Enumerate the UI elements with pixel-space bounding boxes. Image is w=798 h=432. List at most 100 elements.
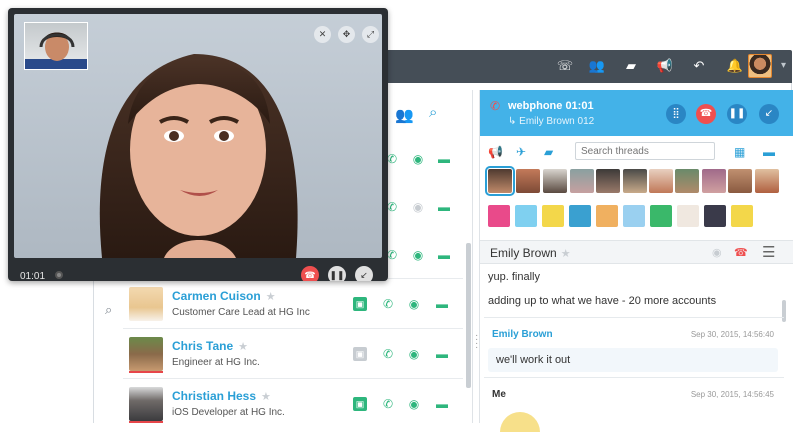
video-call-icon[interactable]: ◉: [712, 246, 722, 259]
bell-icon[interactable]: 🔔: [726, 58, 744, 74]
webphone-subtitle: ↳ Emily Brown 012: [508, 116, 595, 127]
thread-avatar[interactable]: [649, 169, 673, 193]
chat-header: Emily Brown ★ ◉ ☎ ☰: [480, 240, 793, 264]
thread-avatar[interactable]: [675, 169, 699, 193]
call-icon[interactable]: ✆: [381, 297, 395, 311]
beach-icon[interactable]: [515, 205, 537, 227]
hangup-icon[interactable]: ☎: [734, 246, 748, 259]
user-avatar[interactable]: [748, 54, 772, 78]
star-icon[interactable]: ★: [561, 248, 571, 260]
car-icon[interactable]: [731, 205, 753, 227]
thread-avatar[interactable]: [570, 169, 594, 193]
video-call-icon[interactable]: ◉: [411, 248, 425, 262]
call-forward-icon[interactable]: ☏: [556, 58, 574, 74]
megaphone-icon[interactable]: 📢: [488, 145, 503, 159]
minimize-button[interactable]: ↙: [759, 104, 779, 124]
mute-video-icon[interactable]: ✕: [314, 26, 331, 43]
cloud-icon[interactable]: [623, 205, 645, 227]
message-icon[interactable]: ▬: [435, 397, 449, 411]
video-call-icon[interactable]: ◉: [411, 200, 425, 214]
keypad-button[interactable]: ⣿: [666, 104, 686, 124]
camera-icon[interactable]: [569, 205, 591, 227]
expand-icon[interactable]: ⤢: [362, 26, 379, 43]
contact-role: Customer Care Lead at HG Inc: [172, 307, 310, 318]
video-call-icon[interactable]: ◉: [411, 152, 425, 166]
video-call-icon[interactable]: ◉: [407, 397, 421, 411]
call-icon[interactable]: ✆: [381, 397, 395, 411]
chat-icon[interactable]: ▰: [544, 145, 553, 159]
search-icon[interactable]: ⌕: [105, 302, 112, 318]
contact-row[interactable]: Chris Tane ★ Engineer at HG Inc. ▣ ✆ ◉ ▬: [123, 328, 463, 378]
chat-message: adding up to what we have - 20 more acco…: [488, 295, 717, 307]
chevron-down-icon[interactable]: ▾: [781, 58, 786, 74]
phone-return-icon[interactable]: ↶: [690, 58, 708, 74]
add-user-icon[interactable]: 👥: [395, 106, 414, 124]
thread-toolbar: 📢 ✈ ▰ ▦ ▬: [480, 142, 793, 162]
star-icon[interactable]: ★: [266, 291, 276, 303]
group-icon[interactable]: 👥: [588, 58, 606, 74]
self-video-preview[interactable]: [24, 22, 88, 70]
minimize-button[interactable]: ↙: [355, 266, 373, 281]
record-indicator-icon: [55, 271, 63, 279]
city-icon[interactable]: [704, 205, 726, 227]
contact-name[interactable]: Christian Hess ★: [172, 389, 271, 403]
remote-video-feed: ✕ ✥ ⤢: [14, 14, 382, 258]
chat-contact-name[interactable]: Emily Brown ★: [490, 246, 571, 260]
ice-cream-icon[interactable]: [596, 205, 618, 227]
pause-button[interactable]: ❚❚: [328, 266, 346, 281]
chat-scrollbar[interactable]: [782, 300, 786, 322]
avatar: [129, 387, 163, 421]
thread-avatar[interactable]: [485, 166, 515, 196]
star-icon[interactable]: ★: [261, 391, 271, 403]
video-call-icon[interactable]: ◉: [407, 347, 421, 361]
contacts-scrollbar[interactable]: [466, 243, 471, 388]
webphone-bar: ✆ webphone 01:01 ↳ Emily Brown 012 ⣿ ☎ ❚…: [480, 90, 793, 136]
contact-card-icon[interactable]: ▣: [353, 347, 367, 361]
message-icon[interactable]: ▬: [437, 200, 451, 214]
avatar: [129, 337, 163, 371]
thread-avatar[interactable]: [728, 169, 752, 193]
hangup-button[interactable]: ☎: [301, 266, 319, 281]
search-threads-input[interactable]: [575, 142, 715, 160]
contact-row[interactable]: Christian Hess ★ iOS Developer at HG Inc.…: [123, 378, 463, 428]
call-icon[interactable]: ✆: [381, 347, 395, 361]
chat-icon[interactable]: ▰: [622, 58, 640, 74]
star-icon[interactable]: ★: [238, 341, 248, 353]
message-sender: Emily Brown: [492, 329, 553, 340]
thread-avatar[interactable]: [755, 169, 779, 193]
new-chat-icon[interactable]: ▬: [763, 145, 775, 159]
panel-resize-handle[interactable]: · · · ·: [475, 331, 478, 353]
thread-avatar[interactable]: [702, 169, 726, 193]
message-icon[interactable]: ▬: [437, 152, 451, 166]
dollar-icon[interactable]: [650, 205, 672, 227]
send-icon[interactable]: ✈: [516, 145, 526, 159]
top-toolbar: ☏ 👥 ▰ 📢 ↶ 🔔 ▾: [380, 50, 792, 83]
contact-name[interactable]: Chris Tane ★: [172, 339, 248, 353]
grid-icon[interactable]: ▦: [734, 145, 745, 159]
chat-message: we'll work it out: [488, 348, 778, 372]
menu-icon[interactable]: ☰: [762, 243, 775, 261]
contact-card-icon[interactable]: ▣: [353, 297, 367, 311]
carrot-icon[interactable]: [677, 205, 699, 227]
hangup-button[interactable]: ☎: [696, 104, 716, 124]
search-icon[interactable]: ⌕: [429, 104, 437, 121]
thread-avatar[interactable]: [596, 169, 620, 193]
thread-avatar[interactable]: [543, 169, 567, 193]
message-icon[interactable]: ▬: [437, 248, 451, 262]
message-icon[interactable]: ▬: [435, 347, 449, 361]
move-icon[interactable]: ✥: [338, 26, 355, 43]
contact-card-icon[interactable]: ▣: [353, 397, 367, 411]
contact-row[interactable]: Carmen Cuison ★ Customer Care Lead at HG …: [123, 278, 463, 328]
contact-role: iOS Developer at HG Inc.: [172, 407, 285, 418]
diamond-icon[interactable]: [488, 205, 510, 227]
banana-icon[interactable]: [542, 205, 564, 227]
video-call-icon[interactable]: ◉: [407, 297, 421, 311]
megaphone-icon[interactable]: 📢: [656, 58, 674, 74]
message-icon[interactable]: ▬: [435, 297, 449, 311]
thread-avatar[interactable]: [623, 169, 647, 193]
video-call-window[interactable]: ✕ ✥ ⤢ 01:01 ☎ ❚❚ ↙: [8, 8, 388, 281]
pause-button[interactable]: ❚❚: [727, 104, 747, 124]
phone-icon: ✆: [490, 99, 501, 113]
thread-avatar[interactable]: [516, 169, 540, 193]
contact-name[interactable]: Carmen Cuison ★: [172, 289, 276, 303]
